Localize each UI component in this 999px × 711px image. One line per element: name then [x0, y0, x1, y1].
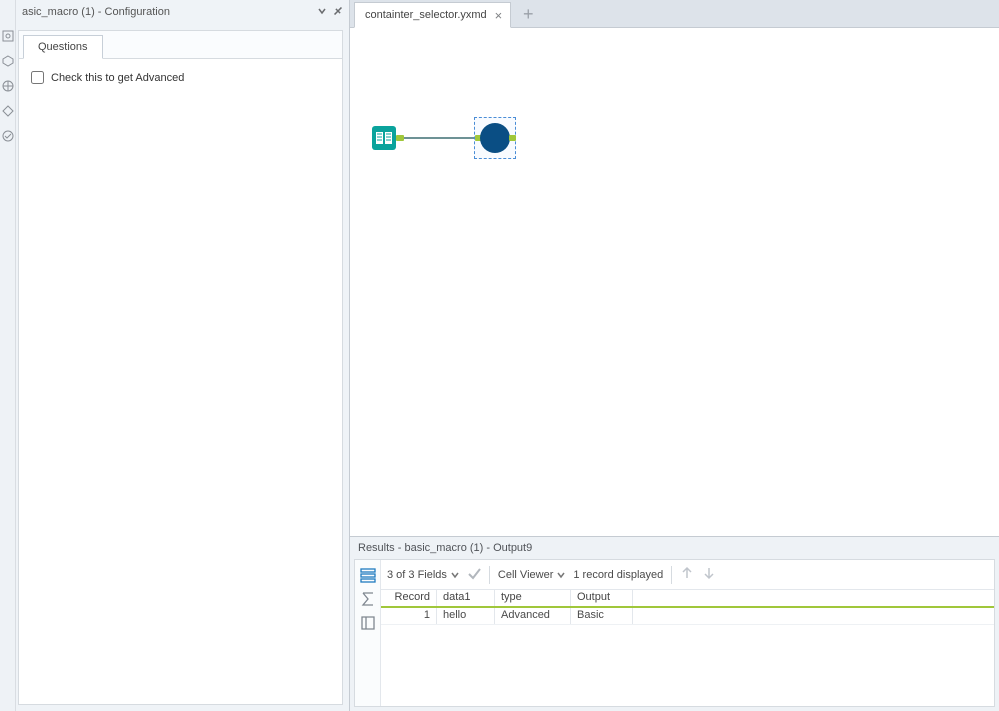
results-sigma-icon[interactable]: [359, 590, 377, 608]
col-header-type[interactable]: type: [495, 590, 571, 606]
results-grid-row[interactable]: 1 hello Advanced Basic: [381, 608, 994, 625]
results-body: 3 of 3 Fields Cell Viewer 1 record displ…: [354, 559, 995, 707]
chevron-down-icon: [557, 571, 565, 579]
cell-data1: hello: [437, 608, 495, 624]
strip-icon-4[interactable]: [2, 105, 14, 120]
toolbar-separator: [489, 566, 490, 584]
strip-icon-2[interactable]: [2, 55, 14, 70]
results-down-arrow-icon[interactable]: [702, 566, 716, 583]
results-grid: Record data1 type Output 1 hello Advance…: [381, 590, 994, 625]
advanced-checkbox[interactable]: [31, 71, 44, 84]
chevron-down-icon: [451, 571, 459, 579]
config-tab-row: Questions: [19, 31, 342, 59]
workflow-canvas[interactable]: [350, 28, 999, 536]
cell-viewer-dropdown[interactable]: Cell Viewer: [498, 569, 565, 581]
results-view-selector: [355, 560, 381, 706]
toolbar-separator: [671, 566, 672, 584]
results-map-icon[interactable]: [359, 614, 377, 632]
strip-icon-3[interactable]: [2, 80, 14, 95]
col-header-output[interactable]: Output: [571, 590, 633, 606]
browse-tool[interactable]: [480, 123, 510, 153]
fields-dropdown[interactable]: 3 of 3 Fields: [387, 569, 459, 581]
results-title: Results - basic_macro (1) - Output9: [350, 537, 999, 559]
results-toolbar: 3 of 3 Fields Cell Viewer 1 record displ…: [381, 560, 994, 590]
document-tab-label: containter_selector.yxmd: [365, 9, 487, 21]
advanced-checkbox-label[interactable]: Check this to get Advanced: [51, 72, 184, 84]
results-records-icon[interactable]: [359, 566, 377, 584]
workspace-area: containter_selector.yxmd × + Results - b…: [350, 0, 999, 711]
configuration-titlebar: asic_macro (1) - Configuration: [16, 0, 349, 24]
close-tab-icon[interactable]: ×: [495, 8, 503, 23]
panel-pin-icon[interactable]: [333, 6, 343, 19]
results-up-arrow-icon[interactable]: [680, 566, 694, 583]
configuration-body: Questions Check this to get Advanced: [18, 30, 343, 705]
col-header-record[interactable]: Record: [381, 590, 437, 606]
new-tab-button[interactable]: +: [515, 1, 541, 27]
record-count-text: 1 record displayed: [573, 569, 663, 581]
connection-line[interactable]: [404, 137, 477, 139]
macro-tool-output-anchor[interactable]: [396, 135, 404, 141]
document-tab-bar: containter_selector.yxmd × +: [350, 0, 999, 28]
results-panel: Results - basic_macro (1) - Output9 3 of…: [350, 536, 999, 711]
document-tab-active[interactable]: containter_selector.yxmd ×: [354, 2, 511, 28]
results-grid-header: Record data1 type Output: [381, 590, 994, 608]
advanced-checkbox-row: Check this to get Advanced: [31, 71, 330, 84]
browse-tool-output-anchor[interactable]: [509, 135, 516, 141]
cell-output: Basic: [571, 608, 633, 624]
col-header-data1[interactable]: data1: [437, 590, 495, 606]
strip-icon-1[interactable]: [2, 30, 14, 45]
tab-questions[interactable]: Questions: [23, 35, 103, 59]
macro-input-tool[interactable]: [372, 126, 396, 150]
cell-type: Advanced: [495, 608, 571, 624]
configuration-title-text: asic_macro (1) - Configuration: [22, 6, 317, 18]
configuration-panel: asic_macro (1) - Configuration Questions…: [16, 0, 350, 711]
questions-body: Check this to get Advanced: [19, 59, 342, 96]
strip-icon-5[interactable]: [2, 130, 14, 145]
cell-record: 1: [381, 608, 437, 624]
panel-collapse-chevron-icon[interactable]: [317, 6, 327, 19]
left-tool-strip: [0, 0, 16, 711]
fields-confirm-icon[interactable]: [467, 566, 481, 583]
results-main: 3 of 3 Fields Cell Viewer 1 record displ…: [381, 560, 994, 706]
